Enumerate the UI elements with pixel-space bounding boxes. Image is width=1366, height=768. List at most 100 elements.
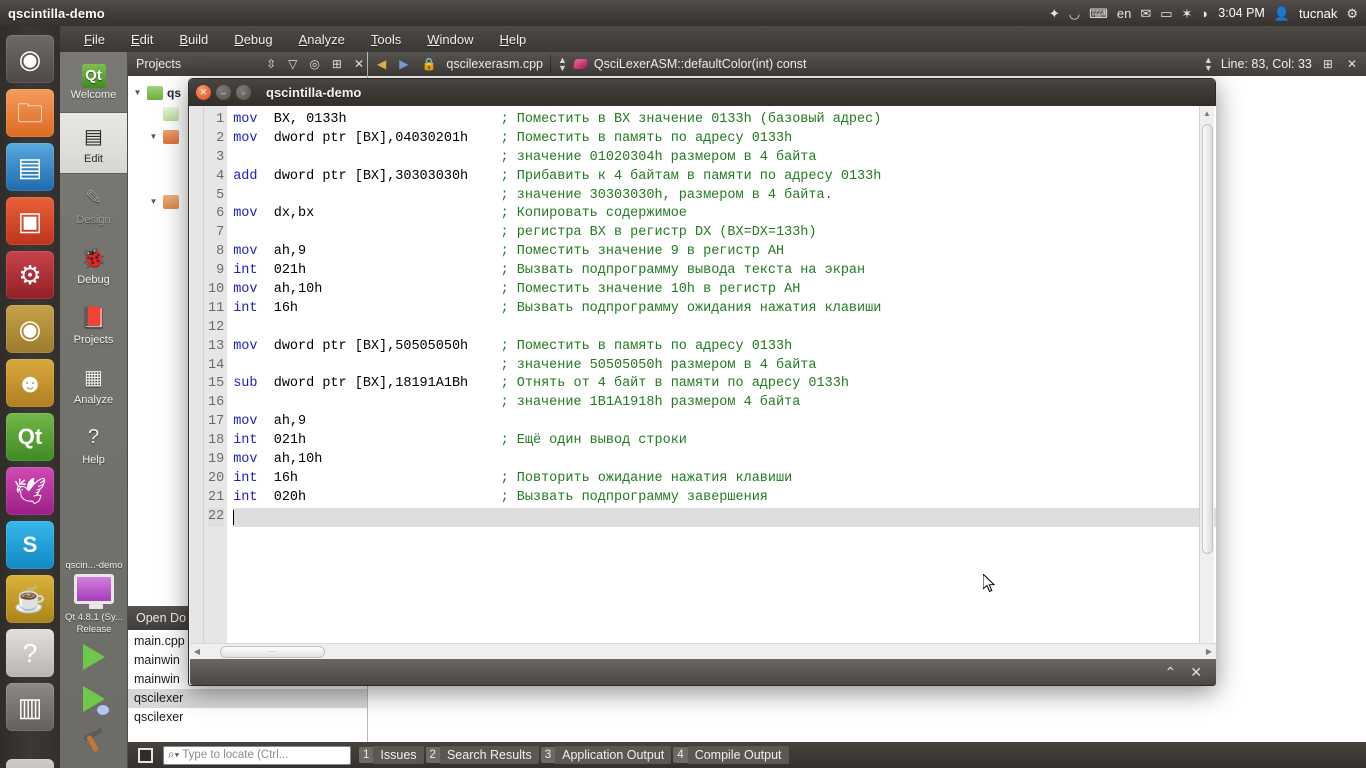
code-line[interactable]: mov dx,bx ; Копировать содержимое — [233, 205, 1216, 224]
line-col-indicator[interactable]: Line: 83, Col: 33 — [1221, 57, 1312, 71]
arrow-left-icon[interactable]: ◀ — [374, 57, 389, 71]
mode-welcome[interactable]: Qt Welcome — [60, 52, 127, 112]
kit-selector[interactable]: qscin...-demo Qt 4.8.1 (Sy... Release — [60, 560, 128, 768]
vertical-scroll-thumb[interactable] — [1202, 124, 1213, 554]
output-pane-search-results[interactable]: 2 Search Results — [425, 745, 539, 765]
code-line[interactable]: add dword ptr [BX],30303030h ; Прибавить… — [233, 168, 1216, 187]
mode-debug[interactable]: 🐞 Debug — [60, 234, 127, 294]
keyboard-layout-label[interactable]: en — [1117, 7, 1131, 20]
menu-analyze[interactable]: Analyze — [289, 29, 355, 50]
session-menu-icon[interactable]: ⚙ — [1346, 7, 1358, 20]
google-chrome-icon[interactable]: ◉ — [6, 305, 54, 353]
chevron-down-icon[interactable]: ▼ — [148, 197, 159, 206]
lock-icon[interactable]: 🔒 — [418, 57, 439, 71]
code-line[interactable]: mov ah,9 ; Поместить значение 9 в регист… — [233, 243, 1216, 262]
code-line[interactable]: mov dword ptr [BX],04030201h ; Поместить… — [233, 130, 1216, 149]
projects-combo-arrows-icon[interactable]: ⇳ — [263, 57, 279, 71]
code-line[interactable]: mov ah,10h — [233, 451, 1216, 470]
menu-window[interactable]: Window — [417, 29, 483, 50]
menu-help[interactable]: Help — [489, 29, 536, 50]
close-icon[interactable]: ✕ — [351, 57, 367, 71]
filter-icon[interactable]: ▽ — [285, 57, 300, 71]
chevron-down-icon[interactable]: ▼ — [132, 88, 143, 97]
code-line[interactable]: ; регистра BX в регистр DX (BX=DX=133h) — [233, 224, 1216, 243]
close-editor-icon[interactable]: ✕ — [1344, 57, 1360, 71]
battery-icon[interactable]: ▭ — [1160, 7, 1172, 20]
editor-vertical-scrollbar[interactable]: ▲ ▼ — [1199, 106, 1214, 656]
output-toggle-icon[interactable] — [138, 747, 153, 763]
start-debugging-button[interactable] — [74, 678, 114, 720]
split-editor-icon[interactable]: ⊞ — [1320, 57, 1336, 71]
code-line[interactable]: mov ah,10h ; Поместить значение 10h в ре… — [233, 281, 1216, 300]
code-line[interactable]: sub dword ptr [BX],18191A1Bh ; Отнять от… — [233, 375, 1216, 394]
scroll-right-icon[interactable]: ▶ — [1202, 644, 1216, 659]
output-pane-issues[interactable]: 1 Issues — [359, 745, 424, 765]
qt-creator-icon[interactable]: Qt — [6, 413, 54, 461]
code-line[interactable]: int 021h ; Вызвать подпрограмму вывода т… — [233, 262, 1216, 281]
mode-analyze[interactable]: ▦ Analyze — [60, 354, 127, 414]
code-line[interactable]: int 16h ; Повторить ожидание нажатия кла… — [233, 470, 1216, 489]
bluetooth-icon[interactable]: ✶ — [1182, 7, 1193, 20]
editor-symbol[interactable]: QsciLexerASM::defaultColor(int) const — [594, 57, 807, 71]
libreoffice-writer-icon[interactable]: ▤ — [6, 143, 54, 191]
code-line[interactable]: int 16h ; Вызвать подпрограмму ожидания … — [233, 300, 1216, 319]
code-line[interactable]: mov BX, 0133h ; Поместить в BX значение … — [233, 111, 1216, 130]
help-icon[interactable]: ? — [6, 629, 54, 677]
gimp-icon[interactable]: ☻ — [6, 359, 54, 407]
clock[interactable]: 3:04 PM — [1218, 7, 1265, 20]
keyboard-layout-icon[interactable]: ⌨ — [1089, 7, 1108, 20]
window-maximize-icon[interactable]: ▫ — [236, 85, 251, 100]
linecol-arrows-icon[interactable]: ▲ ▼ — [1204, 56, 1213, 73]
output-pane-application-output[interactable]: 3 Application Output — [540, 745, 672, 765]
horizontal-scroll-thumb[interactable]: ⋯ — [220, 645, 325, 658]
scroll-left-icon[interactable]: ◀ — [190, 644, 204, 659]
username-label[interactable]: tucnak — [1299, 7, 1337, 20]
code-line[interactable]: mov dword ptr [BX],50505050h ; Поместить… — [233, 338, 1216, 357]
code-line[interactable] — [233, 319, 1216, 338]
files-nautilus-icon[interactable]: 🗀 — [6, 89, 54, 137]
menu-file[interactable]: File — [74, 29, 115, 50]
editor-filename[interactable]: qscilexerasm.cpp — [446, 57, 543, 71]
scroll-up-icon[interactable]: ▲ — [1200, 106, 1214, 121]
close-icon[interactable]: ✕ — [1190, 664, 1202, 681]
open-doc-qscilexerasm-cpp[interactable]: qscilexer — [128, 689, 367, 708]
code-text[interactable]: mov BX, 0133h ; Поместить в BX значение … — [227, 106, 1216, 656]
code-line[interactable] — [233, 507, 1216, 527]
menu-edit[interactable]: Edit — [121, 29, 163, 50]
workspace-switcher-icon[interactable]: ▥ — [6, 683, 54, 731]
menu-debug[interactable]: Debug — [224, 29, 282, 50]
code-line[interactable]: ; значение 01020304h размером в 4 байта — [233, 149, 1216, 168]
trash-icon[interactable]: 🗑 — [6, 759, 54, 768]
code-line[interactable]: int 020h ; Вызвать подпрограмму завершен… — [233, 489, 1216, 508]
code-line[interactable]: int 021h ; Ещё один вывод строки — [233, 432, 1216, 451]
window-minimize-icon[interactable]: – — [216, 85, 231, 100]
sound-icon[interactable]: ◡ — [1069, 7, 1080, 20]
collapse-icon[interactable]: ⌃ — [1165, 664, 1177, 681]
marker-margin[interactable] — [190, 106, 204, 656]
code-line[interactable]: ; значение 1B1A1918h размером 4 байта — [233, 394, 1216, 413]
mail-icon[interactable]: ✉ — [1140, 7, 1151, 20]
mode-design[interactable]: ✎ Design — [60, 174, 127, 234]
code-editor-area[interactable]: 1 2 3 4 5 6 7 8 9 10 11 12 13 14 15 16 17 18 19 20 21 22 mov … — [190, 106, 1216, 656]
skype-icon[interactable]: S — [6, 521, 54, 569]
teapot-icon[interactable]: ☕ — [6, 575, 54, 623]
floating-window-titlebar[interactable]: ✕ – ▫ qscintilla-demo — [189, 79, 1215, 106]
menu-tools[interactable]: Tools — [361, 29, 411, 50]
mode-projects[interactable]: 📕 Projects — [60, 294, 127, 354]
window-close-icon[interactable]: ✕ — [196, 85, 211, 100]
symbol-combo-arrows-icon[interactable]: ▲ ▼ — [558, 56, 567, 73]
wifi-icon[interactable]: ◗ — [1201, 7, 1209, 20]
code-line[interactable]: mov ah,9 — [233, 413, 1216, 432]
code-line[interactable]: ; значение 30303030h, размером в 4 байта… — [233, 187, 1216, 206]
pidgin-icon[interactable]: 🕊 — [6, 467, 54, 515]
run-button[interactable] — [74, 636, 114, 678]
output-pane-compile-output[interactable]: 4 Compile Output — [673, 745, 789, 765]
system-settings-icon[interactable]: ⚙ — [6, 251, 54, 299]
dash-home-icon[interactable]: ◉ — [6, 35, 54, 83]
open-doc-qscilexerasm-h[interactable]: qscilexer — [128, 708, 367, 727]
locator-input[interactable]: ⌕▾ Type to locate (Ctrl... — [163, 745, 351, 765]
editor-horizontal-scrollbar[interactable]: ◀ ⋯ ▶ — [190, 643, 1216, 659]
code-line[interactable]: ; значение 50505050h размером в 4 байта — [233, 357, 1216, 376]
arrow-right-icon[interactable]: ▶ — [396, 57, 411, 71]
mode-help[interactable]: ? Help — [60, 414, 127, 474]
